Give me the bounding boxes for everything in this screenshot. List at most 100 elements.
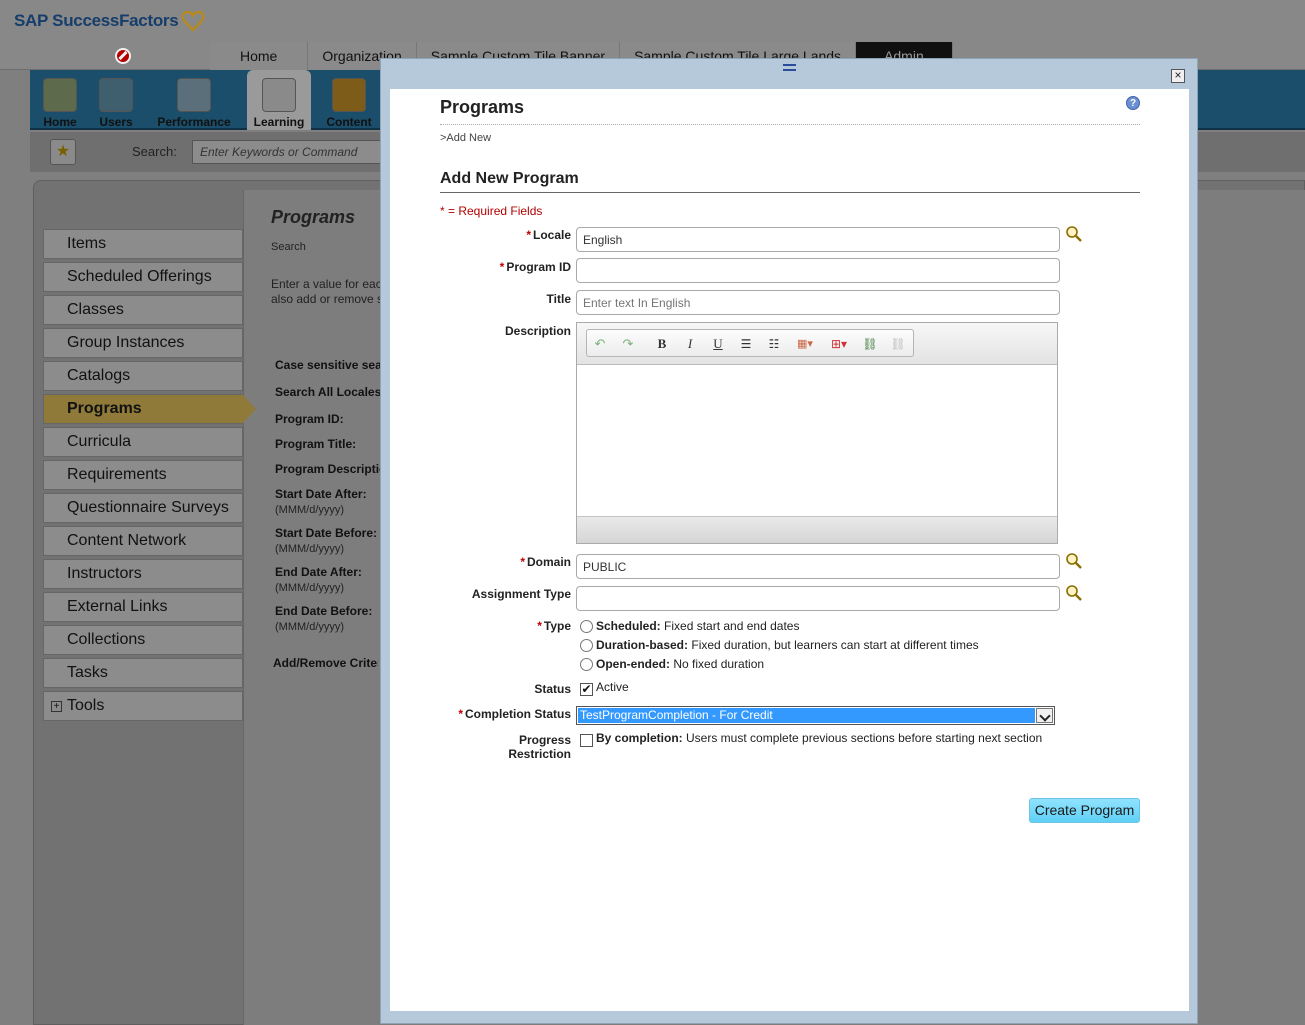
bg-hint-line2: also add or remove se [271, 292, 383, 306]
close-icon: × [1174, 68, 1182, 82]
bg-label-program-title: Program Title: [275, 437, 357, 451]
bg-date-format-4: (MMM/d/yyyy) [275, 621, 345, 633]
dialog-title: Programs [440, 97, 525, 117]
type-duration-radio[interactable] [580, 639, 593, 652]
drag-handle[interactable] [783, 64, 796, 71]
sidebar-item-instructors[interactable]: Instructors [43, 559, 243, 589]
program-id-input[interactable] [576, 258, 1060, 283]
brand-logo: SAP SuccessFactors [14, 11, 179, 30]
progress-restriction-label-line1: Progress [518, 733, 571, 747]
numbered-list-icon[interactable]: ☷ [765, 335, 783, 353]
completion-status-value: TestProgramCompletion - For Credit [578, 708, 1035, 723]
bg-label-program-desc: Program Descriptio [275, 462, 380, 476]
nav-performance[interactable]: Performance [152, 70, 236, 130]
type-label-text: Type [543, 619, 571, 633]
help-icon[interactable]: ? [1126, 96, 1140, 110]
nav-content[interactable]: Content [323, 70, 375, 130]
sidebar-item-external-links[interactable]: External Links [43, 592, 243, 622]
program-id-label-text: Program ID [506, 260, 571, 274]
create-program-button[interactable]: Create Program [1029, 798, 1140, 823]
nav-performance-label: Performance [157, 115, 231, 129]
sidebar-item-content-network[interactable]: Content Network [43, 526, 243, 556]
underline-icon[interactable]: U [709, 335, 727, 353]
domain-lookup-search-icon[interactable] [1065, 552, 1083, 570]
users-icon [99, 78, 133, 112]
bg-page-title: Programs [271, 207, 356, 227]
bg-label-end-before: End Date Before: [275, 604, 373, 618]
assignment-type-lookup-search-icon[interactable] [1065, 584, 1083, 602]
sidebar-item-classes[interactable]: Classes [43, 295, 243, 325]
type-scheduled-name: Scheduled: [596, 619, 661, 633]
completion-status-label-text: Completion Status [464, 707, 571, 721]
completion-status-select[interactable]: TestProgramCompletion - For Credit [576, 706, 1055, 725]
sidebar-item-tasks[interactable]: Tasks [43, 658, 243, 688]
sidebar-item-tools[interactable]: + Tools [43, 691, 243, 721]
type-label: * Type [537, 619, 571, 633]
bg-label-add-remove: Add/Remove Criter [273, 656, 378, 670]
domain-label: * Domain [520, 555, 571, 569]
progress-restriction-checkbox[interactable] [580, 734, 593, 747]
sidebar-item-catalogs[interactable]: Catalogs [43, 361, 243, 391]
close-button[interactable]: × [1171, 69, 1185, 83]
type-open-ended-radio[interactable] [580, 658, 593, 671]
nav-learning[interactable]: Learning [247, 70, 311, 130]
type-open-ended-desc: No fixed duration [673, 657, 765, 671]
sidebar-item-scheduled-offerings[interactable]: Scheduled Offerings [43, 262, 243, 292]
sidebar-item-questionnaire-surveys[interactable]: Questionnaire Surveys [43, 493, 243, 523]
title-input[interactable] [576, 290, 1060, 315]
section-divider [440, 192, 1140, 193]
status-active-checkbox[interactable]: ✔ [580, 683, 593, 696]
tab-home[interactable]: Home [210, 42, 309, 70]
bg-label-case-sensitive: Case sensitive sea [275, 358, 380, 372]
expand-plus-icon[interactable]: + [51, 701, 62, 712]
bullet-list-icon[interactable]: ☰ [737, 335, 755, 353]
nav-home[interactable]: Home [38, 70, 82, 130]
bg-label-start-before: Start Date Before: [275, 526, 378, 540]
undo-icon[interactable]: ↶ [591, 335, 609, 353]
table-icon[interactable]: ⊞▾ [827, 335, 851, 353]
type-scheduled-radio[interactable] [580, 620, 593, 633]
sidebar-item-programs[interactable]: Programs [43, 394, 256, 424]
title-divider [440, 124, 1140, 125]
italic-icon[interactable]: I [681, 335, 699, 353]
checkmark-icon: ✔ [581, 682, 592, 696]
progress-restriction-label-line2: Restriction [508, 747, 571, 761]
bg-label-all-locales: Search All Locales: [275, 385, 380, 399]
status-label: Status [534, 682, 571, 696]
no-entry-icon[interactable] [115, 48, 131, 64]
program-id-label: * Program ID [499, 260, 571, 274]
remove-link-icon[interactable]: ⛓ [889, 335, 907, 353]
sidebar-item-group-instances[interactable]: Group Instances [43, 328, 243, 358]
type-open-ended-text: Open-ended: No fixed duration [596, 657, 764, 671]
nav-users[interactable]: Users [94, 70, 138, 130]
chevron-down-icon[interactable] [1036, 708, 1053, 723]
nav-learning-label: Learning [253, 115, 305, 129]
domain-input[interactable] [576, 554, 1060, 579]
favorites-star-icon[interactable]: ★ [50, 139, 76, 165]
sidebar-item-tools-label: Tools [67, 697, 105, 714]
sidebar-menu: Items Scheduled Offerings Classes Group … [43, 229, 256, 724]
bg-date-format-3: (MMM/d/yyyy) [275, 582, 345, 594]
sidebar-item-collections[interactable]: Collections [43, 625, 243, 655]
description-text-area[interactable] [577, 365, 1057, 516]
bg-hint-text: Enter a value for each also add or remov… [271, 277, 383, 307]
assignment-type-input[interactable] [576, 586, 1060, 611]
bg-label-end-after: End Date After: [275, 565, 362, 579]
locale-lookup-search-icon[interactable] [1065, 225, 1083, 243]
bg-label-start-after: Start Date After: [275, 487, 367, 501]
description-label: Description [504, 324, 571, 338]
assignment-type-label: Assignment Type [471, 587, 571, 601]
locale-input[interactable] [576, 227, 1060, 252]
sidebar-item-curricula[interactable]: Curricula [43, 427, 243, 457]
performance-chart-icon [177, 78, 211, 112]
bg-page-subtitle: Search [271, 241, 306, 253]
sidebar-item-requirements[interactable]: Requirements [43, 460, 243, 490]
insert-link-icon[interactable]: ⛓ [861, 335, 879, 353]
bold-icon[interactable]: B [653, 335, 671, 353]
completion-status-label: * Completion Status [458, 707, 571, 721]
sidebar-item-items[interactable]: Items [43, 229, 243, 259]
redo-icon[interactable]: ↷ [619, 335, 637, 353]
color-picker-icon[interactable]: ▦▾ [793, 335, 817, 353]
type-open-ended-name: Open-ended: [596, 657, 670, 671]
bg-label-program-id: Program ID: [275, 412, 344, 426]
